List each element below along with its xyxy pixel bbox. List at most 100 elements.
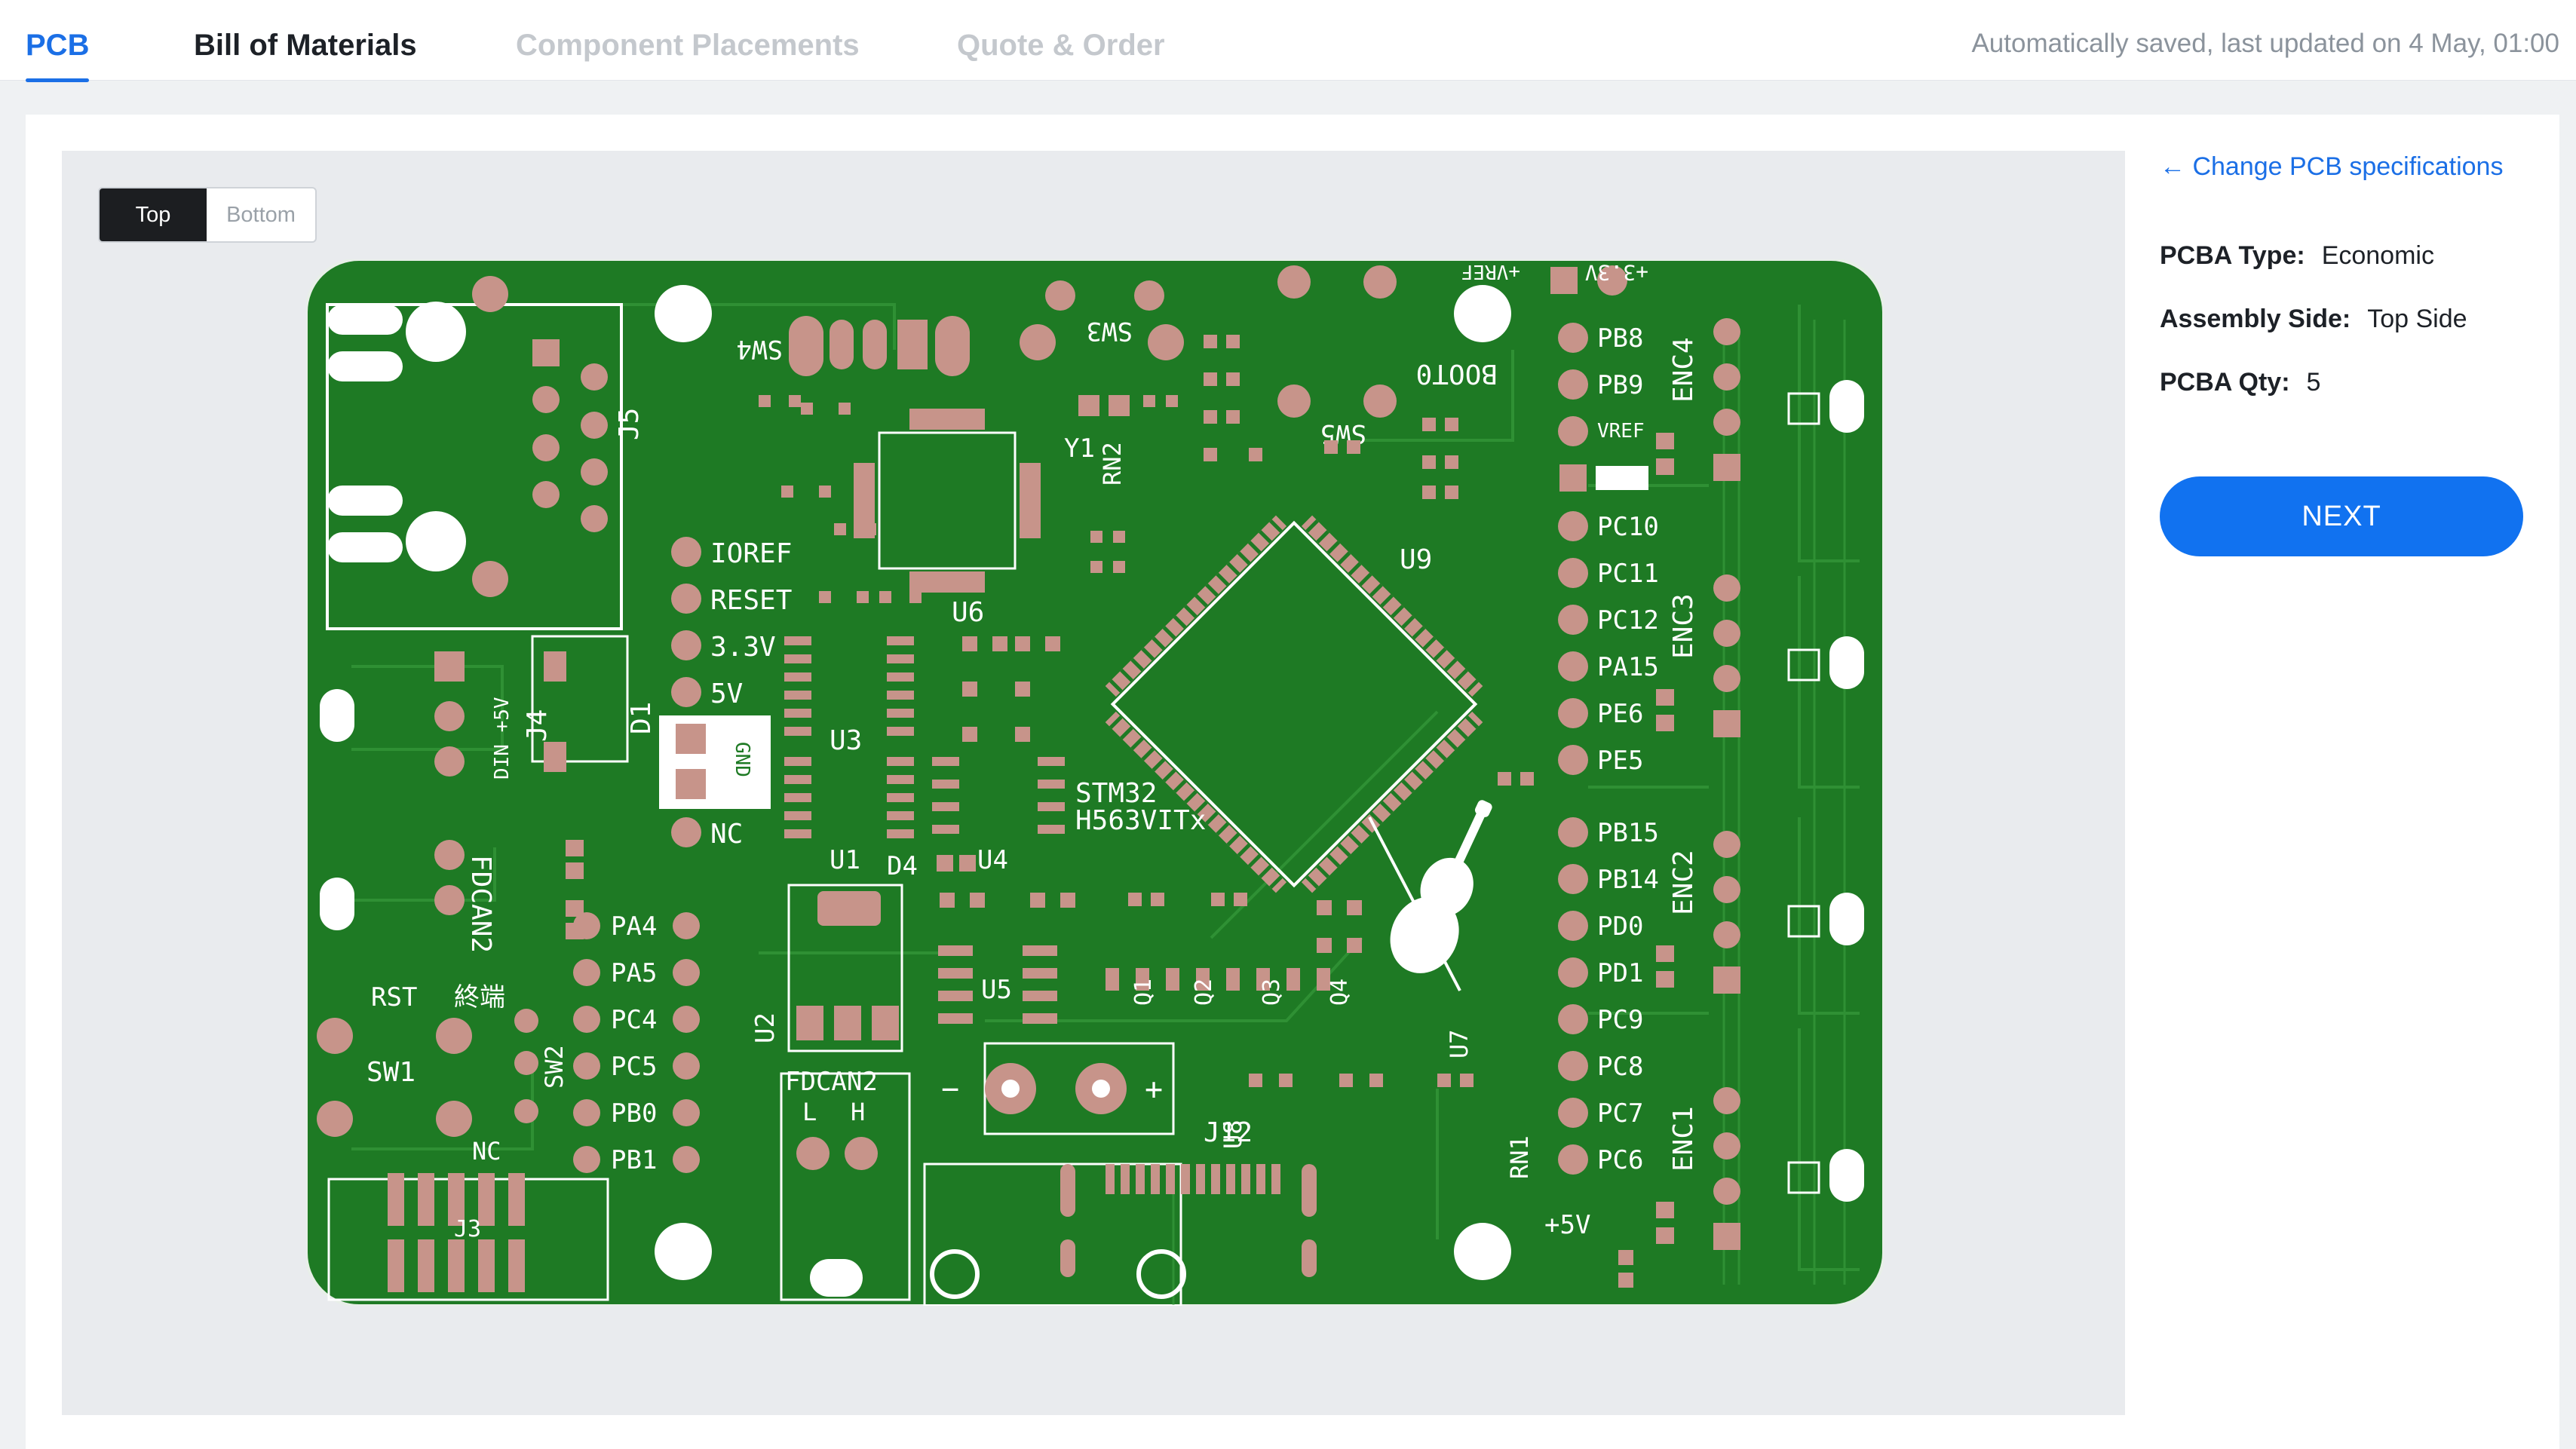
- pin-pc5: PC5: [611, 1052, 657, 1082]
- label-q3: Q3: [1259, 979, 1285, 1006]
- switch-sw2: [514, 1009, 538, 1123]
- board-side-toggle: Top Bottom: [98, 187, 317, 243]
- label-fdcan2: FDCAN2: [785, 1067, 878, 1097]
- spec-panel: ← Change PCB specifications PCBA Type: Ec…: [2160, 115, 2552, 1449]
- pin-pc7: PC7: [1597, 1098, 1643, 1129]
- pin-pe5: PE5: [1597, 746, 1643, 776]
- pin-3v3: 3.3V: [710, 632, 776, 663]
- next-button[interactable]: NEXT: [2160, 476, 2523, 556]
- tab-bill-of-materials[interactable]: Bill of Materials: [194, 26, 417, 65]
- spec-side-label: Assembly Side:: [2160, 305, 2351, 333]
- change-pcb-specifications-link[interactable]: ← Change PCB specifications: [2160, 152, 2503, 182]
- label-fdcan2-side: FDCAN2: [465, 855, 496, 953]
- pin-pb14: PB14: [1597, 865, 1659, 895]
- pin-pc8: PC8: [1597, 1052, 1643, 1082]
- pin-pc10: PC10: [1597, 512, 1659, 542]
- pin-reset: RESET: [710, 585, 792, 616]
- pin-5v: 5V: [710, 679, 743, 709]
- label-din: DIN +5V: [491, 697, 514, 780]
- label-sw1: SW1: [366, 1057, 416, 1088]
- pin-pa15: PA15: [1597, 652, 1659, 682]
- label-gnd: GND: [731, 742, 753, 777]
- label-u4: U4: [977, 845, 1008, 875]
- label-can-l: L: [802, 1098, 817, 1126]
- label-mcu-line2: H563VITx: [1075, 805, 1206, 836]
- tab-pcb[interactable]: PCB: [26, 26, 90, 82]
- pin-pe6: PE6: [1597, 699, 1643, 729]
- spec-type-value: Economic: [2321, 241, 2434, 270]
- spec-side-value: Top Side: [2367, 305, 2467, 333]
- label-u6: U6: [952, 597, 984, 628]
- label-enc1: ENC1: [1668, 1106, 1699, 1172]
- label-enc3: ENC3: [1668, 593, 1699, 659]
- label-nc-sw: NC: [472, 1137, 501, 1166]
- top-tab-bar: PCB Bill of Materials Component Placemen…: [0, 0, 2576, 82]
- pin-vref: VREF: [1597, 420, 1645, 443]
- label-j3: J3: [454, 1216, 481, 1242]
- label-u1: U1: [830, 845, 860, 875]
- switch-sw4: [789, 316, 970, 376]
- tab-quote-order[interactable]: Quote & Order: [957, 26, 1165, 65]
- autosave-status: Automatically saved, last updated on 4 M…: [1971, 29, 2559, 58]
- label-3v3: +3.3V: [1585, 260, 1648, 285]
- label-plus: +: [1145, 1072, 1163, 1107]
- pin-pb0: PB0: [611, 1098, 657, 1129]
- label-u2: U2: [750, 1012, 780, 1043]
- label-sw2: SW2: [540, 1045, 569, 1089]
- label-u3: U3: [830, 725, 862, 756]
- tab-component-placements[interactable]: Component Placements: [516, 26, 860, 65]
- label-enc2: ENC2: [1668, 850, 1699, 915]
- pin-pc11: PC11: [1597, 559, 1659, 589]
- pin-pc9: PC9: [1597, 1005, 1643, 1035]
- label-u9: U9: [1400, 544, 1432, 575]
- pin-pc4: PC4: [611, 1005, 657, 1035]
- label-d1: D1: [626, 702, 657, 734]
- spec-pcba-qty: PCBA Qty: 5: [2160, 368, 2320, 397]
- side-top-option[interactable]: Top: [100, 188, 207, 241]
- label-j5: J5: [614, 408, 645, 440]
- label-q4: Q4: [1326, 979, 1353, 1006]
- spec-qty-label: PCBA Qty:: [2160, 368, 2290, 397]
- label-boot0: BOOT0: [1416, 358, 1498, 389]
- label-u7: U7: [1445, 1029, 1474, 1058]
- pin-pd0: PD0: [1597, 911, 1643, 942]
- label-j4: J4: [522, 709, 553, 742]
- pin-pb8: PB8: [1597, 323, 1643, 354]
- spec-pcba-type: PCBA Type: Economic: [2160, 241, 2434, 271]
- highlighted-pad: [1596, 466, 1648, 490]
- pin-pb9: PB9: [1597, 370, 1643, 400]
- pin-nc: NC: [710, 819, 743, 850]
- label-y1: Y1: [1064, 433, 1095, 464]
- label-rn1: RN1: [1505, 1135, 1534, 1179]
- label-q1: Q1: [1130, 979, 1157, 1006]
- label-can-h: H: [851, 1098, 865, 1126]
- pin-ioref: IOREF: [710, 538, 792, 569]
- label-minus: −: [941, 1072, 959, 1107]
- pin-pb15: PB15: [1597, 818, 1659, 848]
- label-u5: U5: [981, 975, 1012, 1005]
- pin-pc6: PC6: [1597, 1145, 1643, 1175]
- side-bottom-option[interactable]: Bottom: [207, 188, 315, 241]
- pin-pc12: PC12: [1597, 605, 1659, 636]
- label-enc4: ENC4: [1668, 337, 1699, 403]
- main-card: Top Bottom J5 DIN +5V J4 D1 IOREF RESET …: [26, 115, 2559, 1449]
- pin-pd1: PD1: [1597, 958, 1643, 988]
- label-q2: Q2: [1191, 979, 1217, 1006]
- spec-assembly-side: Assembly Side: Top Side: [2160, 305, 2467, 334]
- label-rn2: RN2: [1098, 442, 1127, 486]
- label-sw4: SW4: [737, 334, 783, 364]
- label-tail: 終端: [454, 982, 505, 1012]
- pin-pa4: PA4: [611, 911, 657, 942]
- spec-type-label: PCBA Type:: [2160, 241, 2305, 270]
- label-5v: +5V: [1544, 1210, 1590, 1240]
- pin-pa5: PA5: [611, 958, 657, 988]
- spec-qty-value: 5: [2306, 368, 2321, 397]
- pcb-viewer[interactable]: Top Bottom J5 DIN +5V J4 D1 IOREF RESET …: [62, 151, 2125, 1415]
- label-mcu-line1: STM32: [1075, 778, 1157, 809]
- label-u8: U8: [1219, 1120, 1247, 1149]
- label-sw3: SW3: [1087, 316, 1133, 346]
- pin-pb1: PB1: [611, 1145, 657, 1175]
- label-vref: +VREF: [1461, 260, 1520, 283]
- label-d4: D4: [887, 851, 918, 881]
- label-rst: RST: [371, 982, 417, 1012]
